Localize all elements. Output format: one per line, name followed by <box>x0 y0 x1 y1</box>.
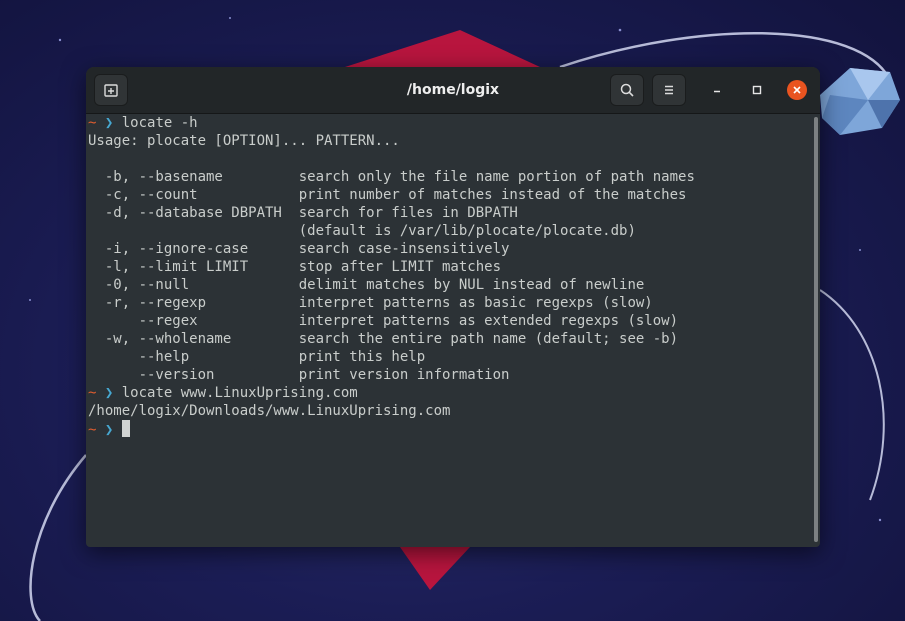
blue-asteroid <box>820 68 900 135</box>
output-line: -i, --ignore-case search case-insensitiv… <box>88 241 510 257</box>
output-line: /home/logix/Downloads/www.LinuxUprising.… <box>88 403 451 419</box>
red-crystal-top <box>345 30 540 67</box>
output-line: --regex interpret patterns as extended r… <box>88 313 679 329</box>
output-line: (default is /var/lib/plocate/plocate.db) <box>88 223 636 239</box>
new-tab-icon <box>104 84 118 97</box>
output-line: -w, --wholename search the entire path n… <box>88 331 679 347</box>
minimize-button[interactable] <box>707 80 727 100</box>
search-button[interactable] <box>610 74 644 106</box>
star <box>859 249 861 251</box>
prompt-line: ~ ❯ locate -h <box>88 114 812 132</box>
search-icon <box>620 83 634 97</box>
output-line: --version print version information <box>88 367 510 383</box>
output-line: -c, --count print number of matches inst… <box>88 187 687 203</box>
terminal-output[interactable]: ~ ❯ locate -h Usage: plocate [OPTION]... … <box>86 114 812 547</box>
output-line: -b, --basename search only the file name… <box>88 169 695 185</box>
star <box>229 17 231 19</box>
menu-button[interactable] <box>652 74 686 106</box>
command-text: locate -h <box>121 115 198 131</box>
prompt-chevron-icon: ❯ <box>96 115 122 131</box>
header-bar: /home/logix <box>86 67 820 114</box>
output-line: Usage: plocate [OPTION]... PATTERN... <box>88 133 400 149</box>
prompt-line: ~ ❯ <box>88 420 812 438</box>
scrollbar[interactable] <box>814 117 818 542</box>
new-tab-button[interactable] <box>94 74 128 106</box>
output-line: -d, --database DBPATH search for files i… <box>88 205 518 221</box>
close-icon <box>793 86 801 94</box>
terminal-window: /home/logix ~ ❯ locate -h Usage: plocate… <box>86 67 820 547</box>
prompt-chevron-icon: ❯ <box>96 422 122 438</box>
text-cursor <box>121 420 130 437</box>
output-line: --help print this help <box>88 349 426 365</box>
star <box>29 299 31 301</box>
orbit-ring-left <box>29 454 87 621</box>
star <box>618 28 622 32</box>
hamburger-menu-icon <box>665 85 673 95</box>
orbit-ring-right <box>819 289 885 501</box>
command-text: locate www.LinuxUprising.com <box>121 385 358 401</box>
star <box>878 518 882 522</box>
maximize-icon <box>752 85 762 95</box>
minimize-icon <box>714 90 720 93</box>
star <box>58 38 62 42</box>
prompt-chevron-icon: ❯ <box>96 385 122 401</box>
output-line: -0, --null delimit matches by NUL instea… <box>88 277 645 293</box>
output-line: -l, --limit LIMIT stop after LIMIT match… <box>88 259 502 275</box>
output-line: -r, --regexp interpret patterns as basic… <box>88 295 653 311</box>
maximize-button[interactable] <box>747 80 767 100</box>
prompt-line: ~ ❯ locate www.LinuxUprising.com <box>88 384 812 402</box>
red-crystal-bottom <box>400 547 470 590</box>
close-button[interactable] <box>787 80 807 100</box>
